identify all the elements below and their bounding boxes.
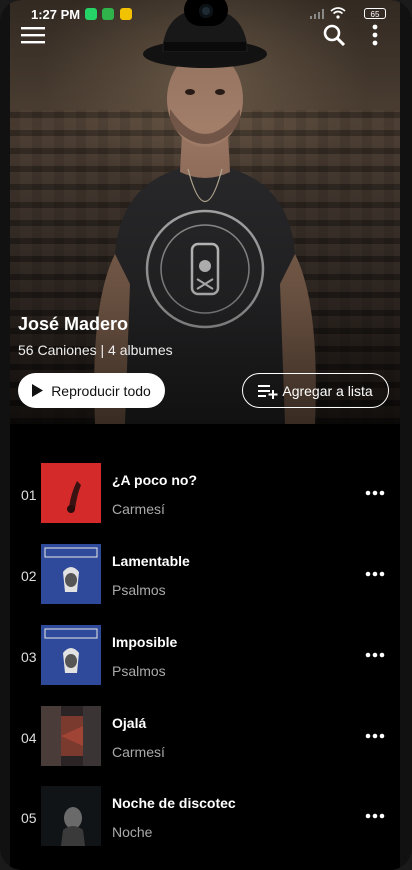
track-title: ¿A poco no? — [112, 472, 198, 488]
artist-hero: 1:27 PM 65 José Madero 56 Caniones | 4 a… — [10, 0, 400, 424]
more-vertical-icon[interactable] — [371, 24, 379, 46]
track-album: Carmesí — [112, 744, 165, 760]
album-cover-noche — [41, 786, 101, 846]
track-title: Ojalá — [112, 715, 147, 731]
screen: 1:27 PM 65 José Madero 56 Caniones | 4 a… — [10, 0, 400, 870]
add-to-list-label: Agregar a lista — [282, 382, 373, 399]
wifi-icon — [330, 7, 346, 19]
track-album: Noche — [112, 824, 153, 840]
album-cover-psalmos — [41, 625, 101, 685]
track-row[interactable]: 02 Lamentable Psalmos — [10, 544, 400, 606]
track-title: Imposible — [112, 634, 178, 650]
album-cover-carmesi — [41, 463, 101, 523]
gallery-notification-icon — [120, 8, 132, 20]
track-row[interactable]: 05 Noche de discotec Noche — [10, 786, 400, 848]
battery-indicator: 65 — [364, 8, 386, 19]
whatsapp-notification-icon — [85, 8, 97, 20]
hamburger-menu-icon[interactable] — [21, 26, 45, 44]
add-to-list-button[interactable]: Agregar a lista — [242, 373, 389, 408]
play-icon — [32, 384, 44, 397]
track-album: Psalmos — [112, 663, 166, 679]
artist-stats: 56 Caniones | 4 albumes — [18, 342, 173, 358]
device-frame: 1:27 PM 65 José Madero 56 Caniones | 4 a… — [0, 0, 412, 870]
playlist-add-icon — [258, 384, 278, 399]
more-horizontal-icon[interactable] — [365, 489, 385, 497]
track-number: 03 — [21, 649, 37, 665]
hero-gradient-overlay — [10, 0, 400, 424]
track-title: Lamentable — [112, 553, 190, 569]
track-row[interactable]: 03 Imposible Psalmos — [10, 625, 400, 687]
front-camera-cutout — [184, 0, 228, 26]
status-time: 1:27 PM — [31, 7, 81, 22]
artist-name: José Madero — [18, 314, 129, 334]
more-horizontal-icon[interactable] — [365, 570, 385, 578]
album-cover-psalmos — [41, 544, 101, 604]
track-number: 01 — [21, 487, 37, 503]
search-icon[interactable] — [323, 24, 345, 46]
more-horizontal-icon[interactable] — [365, 651, 385, 659]
play-all-button[interactable]: Reproducir todo — [18, 373, 165, 408]
more-horizontal-icon[interactable] — [365, 812, 385, 820]
track-number: 02 — [21, 568, 37, 584]
track-row[interactable]: 01 ¿A poco no? Carmesí — [10, 463, 400, 525]
track-title: Noche de discotec — [112, 795, 236, 811]
album-cover-carmesi-alt — [41, 706, 101, 766]
whatsapp-business-notification-icon — [102, 8, 114, 20]
signal-icon — [310, 9, 324, 19]
more-horizontal-icon[interactable] — [365, 732, 385, 740]
track-row[interactable]: 04 Ojalá Carmesí — [10, 706, 400, 768]
play-all-label: Reproducir todo — [51, 382, 151, 399]
track-number: 05 — [21, 810, 37, 826]
track-album: Psalmos — [112, 582, 166, 598]
track-number: 04 — [21, 730, 37, 746]
track-album: Carmesí — [112, 501, 165, 517]
